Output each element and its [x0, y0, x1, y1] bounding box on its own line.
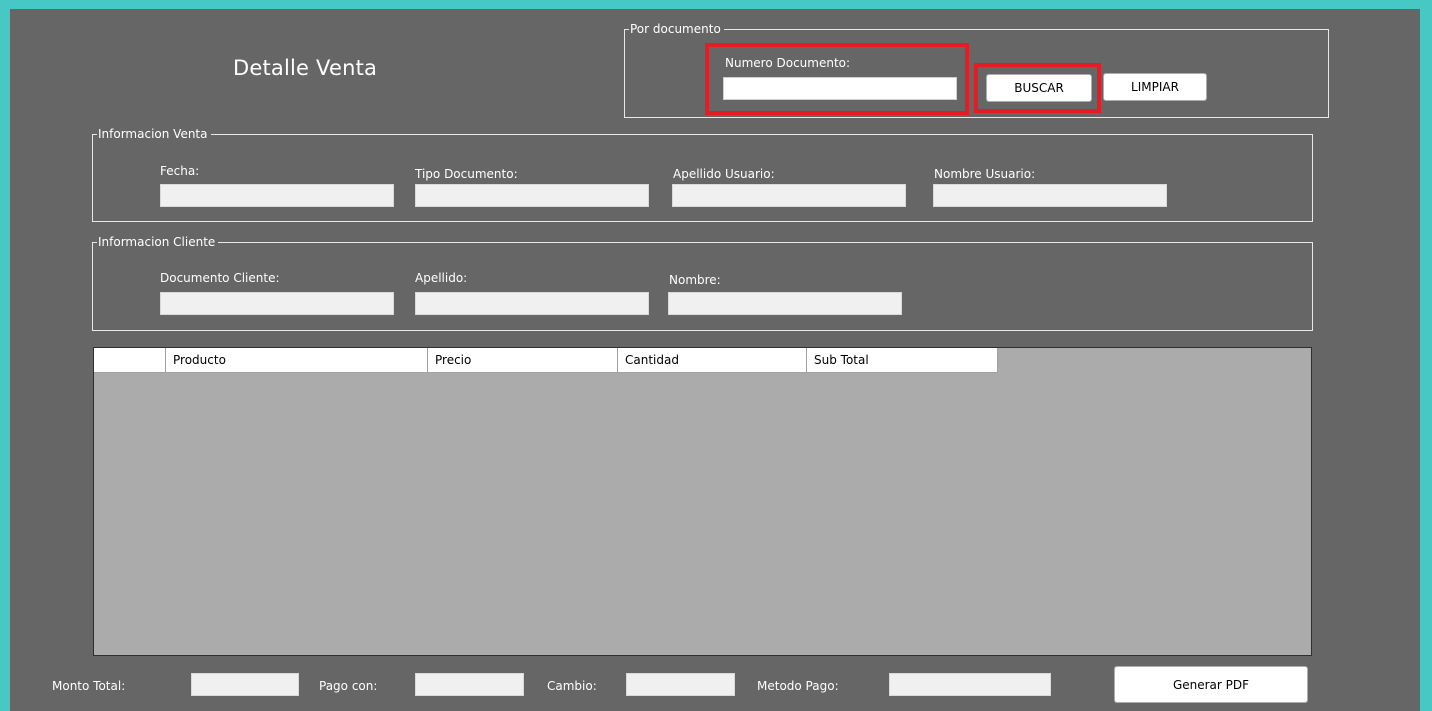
cambio-input[interactable] [626, 673, 735, 696]
apellido-usuario-label: Apellido Usuario: [673, 167, 775, 181]
nombre-cliente-label: Nombre: [669, 273, 721, 287]
documento-cliente-label: Documento Cliente: [160, 271, 280, 285]
pago-con-input[interactable] [415, 673, 524, 696]
fecha-input[interactable] [160, 184, 394, 207]
apellido-cliente-input[interactable] [415, 292, 649, 315]
informacion-cliente-legend: Informacion Cliente [97, 234, 219, 250]
documento-cliente-input[interactable] [160, 292, 394, 315]
detalle-grid[interactable]: Producto Precio Cantidad Sub Total [93, 347, 1312, 656]
grid-header-row: Producto Precio Cantidad Sub Total [94, 348, 998, 373]
monto-total-input[interactable] [191, 673, 299, 696]
column-header-sub-total[interactable]: Sub Total [807, 348, 998, 373]
grid-row-header-corner [94, 348, 166, 373]
buscar-highlight [974, 63, 1101, 113]
nombre-usuario-input[interactable] [933, 184, 1167, 207]
column-header-cantidad[interactable]: Cantidad [618, 348, 807, 373]
pago-con-label: Pago con: [319, 679, 378, 693]
tipo-documento-label: Tipo Documento: [415, 167, 518, 181]
metodo-pago-input[interactable] [889, 673, 1051, 696]
page-title: Detalle Venta [233, 56, 378, 80]
cambio-label: Cambio: [547, 679, 597, 693]
apellido-usuario-input[interactable] [672, 184, 906, 207]
numero-documento-highlight [705, 43, 969, 115]
column-header-precio[interactable]: Precio [428, 348, 618, 373]
apellido-cliente-label: Apellido: [415, 271, 468, 285]
limpiar-button[interactable]: LIMPIAR [1103, 73, 1207, 101]
monto-total-label: Monto Total: [52, 679, 126, 693]
column-header-producto[interactable]: Producto [166, 348, 428, 373]
fecha-label: Fecha: [160, 164, 200, 178]
metodo-pago-label: Metodo Pago: [757, 679, 839, 693]
informacion-venta-legend: Informacion Venta [97, 126, 211, 142]
tipo-documento-input[interactable] [415, 184, 649, 207]
generar-pdf-button[interactable]: Generar PDF [1114, 666, 1308, 703]
nombre-cliente-input[interactable] [668, 292, 902, 315]
detalle-venta-form: Detalle Venta Por documento Numero Docum… [10, 9, 1420, 711]
por-documento-legend: Por documento [629, 21, 724, 37]
nombre-usuario-label: Nombre Usuario: [934, 167, 1036, 181]
